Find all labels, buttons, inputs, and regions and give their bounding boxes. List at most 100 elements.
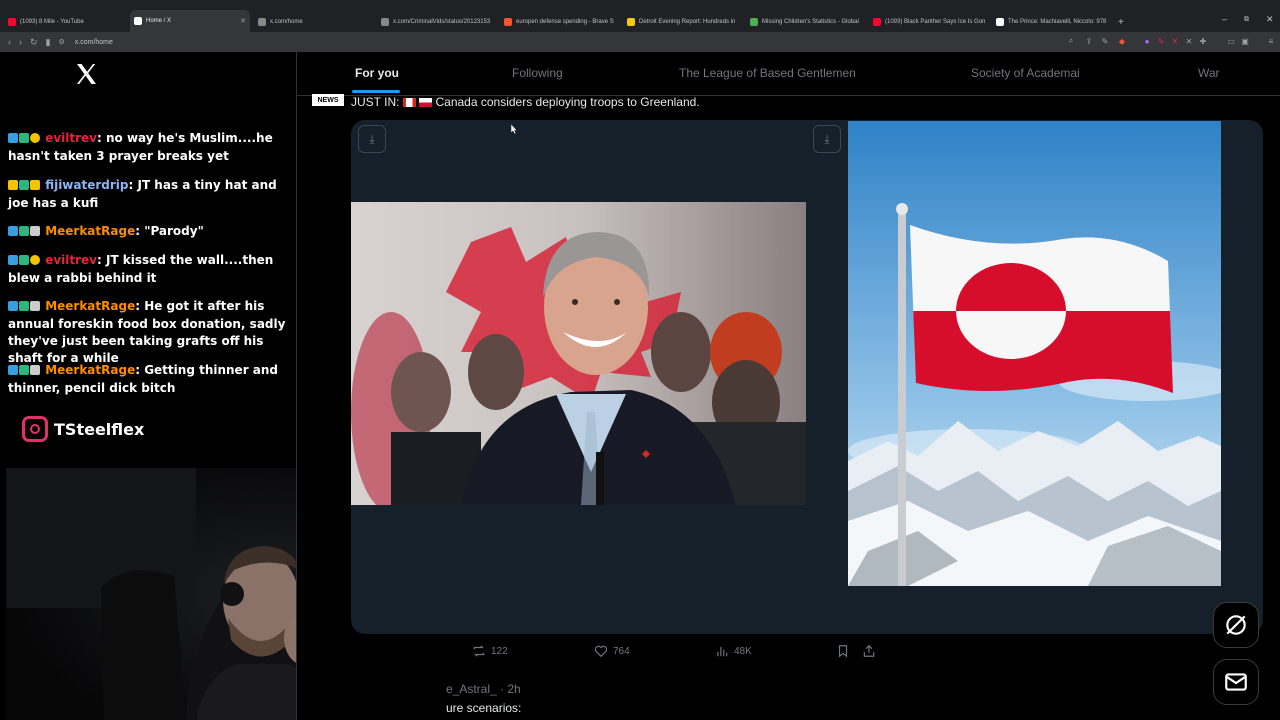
extension-icon[interactable]: ✕ (1170, 36, 1180, 46)
chat-text: : "Parody" (135, 224, 204, 238)
greenland-flag-photo (848, 121, 1221, 586)
edit-icon[interactable]: ✎ (1100, 36, 1110, 46)
browser-tab[interactable]: x.com/CriminalVids/status/20123153 (377, 12, 497, 32)
post-headline: Canada considers deploying troops to Gre… (435, 95, 700, 109)
chat-username: fijiwaterdrip (45, 178, 129, 192)
chat-message: MeerkatRage: He got it after his annual … (8, 298, 290, 367)
restore-button[interactable]: ⧉ (1244, 16, 1249, 24)
reload-icon[interactable]: ↻ (30, 37, 38, 48)
browser-tab[interactable]: x.com/home (254, 12, 374, 32)
greenland-flag-icon (419, 98, 433, 107)
extension-icon[interactable]: ✕ (1184, 36, 1194, 46)
instagram-username: TSteelflex (54, 419, 145, 439)
x-favicon-icon (134, 17, 142, 25)
menu-icon[interactable]: ≡ (1266, 36, 1276, 46)
instagram-handle: TSteelflex (22, 416, 144, 442)
zoom-icon[interactable]: ⌕ (1066, 36, 1076, 46)
youtube-icon (8, 18, 16, 26)
view-count: 48K (734, 645, 752, 657)
analytics-icon (717, 646, 728, 657)
minimize-button[interactable]: – (1222, 14, 1227, 24)
extension-icon[interactable]: ✎ (1156, 36, 1166, 46)
active-tab-indicator (352, 90, 400, 93)
tab-war[interactable]: War (1198, 66, 1220, 80)
chat-message: MeerkatRage: "Parody" (8, 223, 290, 241)
chat-message: MeerkatRage: Getting thinner and thinner… (8, 362, 290, 397)
close-tab-icon[interactable]: ✕ (240, 17, 246, 25)
chat-username: MeerkatRage (45, 224, 136, 238)
news-site-icon (627, 18, 635, 26)
browser-tab-active[interactable]: Home / X ✕ (130, 10, 250, 32)
tab-for-you[interactable]: For you (355, 66, 399, 80)
back-icon[interactable]: ‹ (8, 37, 11, 47)
retweet-count: 122 (491, 645, 508, 657)
browser-tab[interactable]: (1093) 8 Mile - YouTube (4, 12, 129, 32)
x-favicon-icon (258, 18, 266, 26)
x-favicon-icon (381, 18, 389, 26)
browser-tab-bar: (1093) 8 Mile - YouTube Home / X ✕ x.com/… (0, 0, 1280, 32)
new-tab-button[interactable]: + (1114, 12, 1128, 32)
bookmark-icon[interactable]: ▮ (46, 37, 51, 48)
browser-tab[interactable]: (1093) Black Panther Says Ice Is Gon (869, 12, 989, 32)
post-image-politician[interactable] (351, 202, 806, 505)
chat-badges-icon (8, 131, 41, 148)
chat-badges-icon (8, 299, 41, 316)
next-post-text: ure scenarios: (446, 701, 522, 715)
share-icon[interactable]: ⇪ (1084, 36, 1094, 46)
chat-badges-icon (8, 224, 41, 241)
browser-tab[interactable]: europen defense spending - Brave S (500, 12, 620, 32)
chat-message: eviltrev: JT kissed the wall....then ble… (8, 252, 290, 287)
messages-icon (1225, 673, 1247, 691)
instagram-icon (22, 416, 48, 442)
brave-search-icon (504, 18, 512, 26)
grok-button[interactable] (1213, 602, 1259, 648)
browser-tab[interactable]: The Prince: Machiavelli, Niccolo: 978 (992, 12, 1112, 32)
globe-icon (750, 18, 758, 26)
heart-icon (594, 645, 608, 658)
chat-badges-icon (8, 253, 41, 270)
share-button[interactable] (862, 644, 881, 658)
feed-tab-bar: For you Following The League of Based Ge… (297, 52, 1280, 96)
download-icon[interactable]: ⤓ (358, 125, 386, 153)
url-field[interactable]: x.com/home (75, 39, 113, 46)
chat-username: MeerkatRage (45, 299, 136, 313)
extensions-puzzle-icon[interactable]: ✚ (1198, 36, 1208, 46)
politician-photo (351, 202, 806, 505)
brave-shield-icon[interactable]: ◆ (1117, 36, 1127, 46)
wallet-icon[interactable]: ▣ (1240, 36, 1250, 46)
share-icon (863, 644, 875, 657)
close-window-button[interactable]: ✕ (1266, 14, 1274, 25)
post-image-greenland-flag[interactable] (848, 121, 1221, 586)
tab-league-of-based-gentlemen[interactable]: The League of Based Gentlemen (679, 66, 856, 80)
chat-message: fijiwaterdrip: JT has a tiny hat and joe… (8, 177, 290, 212)
tab-following[interactable]: Following (512, 66, 563, 80)
chat-username: eviltrev (45, 131, 97, 145)
sidebar-icon[interactable]: ▭ (1226, 36, 1236, 46)
amazon-icon (996, 18, 1004, 26)
download-icon[interactable]: ⤓ (813, 125, 841, 153)
bookmark-button[interactable] (836, 644, 855, 658)
site-info-icon[interactable]: ⚙ (59, 38, 65, 46)
like-count: 764 (613, 645, 630, 657)
extension-icon[interactable]: ● (1142, 36, 1152, 46)
next-post-author[interactable]: e_Astral_ · 2h (446, 682, 521, 696)
like-button[interactable]: 764 (594, 644, 630, 658)
browser-tab[interactable]: Missing Children's Statistics - Global (746, 12, 866, 32)
browser-tab[interactable]: Detroit Evening Report: Hundreds in (623, 12, 743, 32)
bookmark-icon (838, 645, 848, 658)
mouse-cursor-icon (511, 124, 517, 134)
chat-username: eviltrev (45, 253, 97, 267)
chat-username: MeerkatRage (45, 363, 136, 377)
tab-society-of-academai[interactable]: Society of Academai (971, 66, 1080, 80)
retweet-button[interactable]: 122 (472, 644, 508, 658)
chat-badges-icon (8, 363, 41, 380)
grok-icon (1226, 615, 1246, 635)
retweet-icon (473, 645, 485, 657)
x-logo-icon[interactable] (74, 62, 98, 86)
messages-button[interactable] (1213, 659, 1259, 705)
forward-icon[interactable]: › (19, 37, 22, 47)
views-button[interactable]: 48K (715, 644, 752, 658)
chat-message: eviltrev: no way he's Muslim....he hasn'… (8, 130, 290, 165)
chat-badges-icon (8, 178, 41, 195)
post-prefix: JUST IN: (351, 95, 400, 109)
